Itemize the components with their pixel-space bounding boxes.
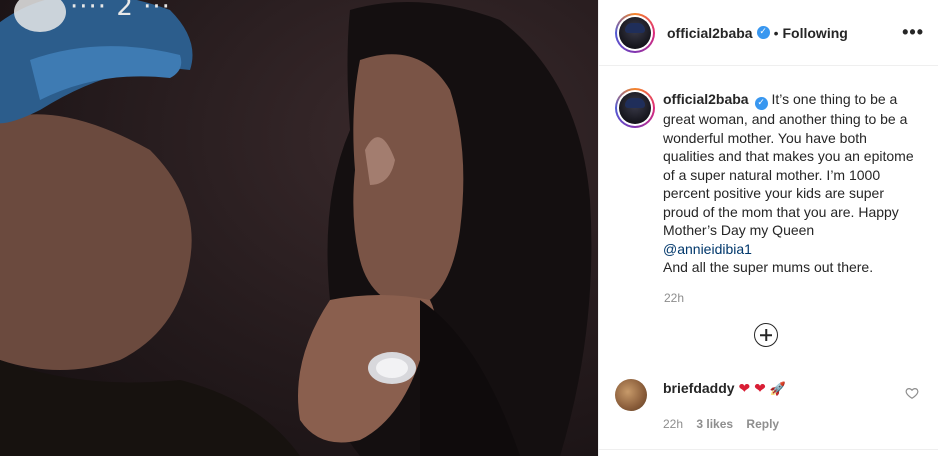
photo-illustration bbox=[0, 0, 592, 456]
commenter-avatar[interactable] bbox=[615, 379, 647, 411]
post-side-panel: official2baba ✓ • Following ••• official… bbox=[598, 0, 938, 456]
caption-tail: And all the super mums out there. bbox=[663, 259, 874, 275]
more-options-icon[interactable]: ••• bbox=[902, 22, 924, 43]
photo-text-fragment: ···· 2 ··· bbox=[70, 0, 171, 22]
load-more-comments-plus-circle-icon[interactable] bbox=[754, 323, 778, 347]
heart-emoji-icon: ❤ ❤ bbox=[738, 380, 766, 396]
post-header: official2baba ✓ • Following ••• bbox=[599, 0, 938, 66]
comment-like-heart-icon[interactable] bbox=[905, 386, 919, 400]
caption-body: It’s one thing to be a great woman, and … bbox=[663, 91, 914, 238]
caption-username[interactable]: official2baba bbox=[663, 91, 749, 107]
header-username[interactable]: official2baba bbox=[667, 25, 753, 41]
comment-likes[interactable]: 3 likes bbox=[696, 417, 733, 431]
avatar-image bbox=[619, 16, 651, 49]
comment-meta: 22h 3 likes Reply bbox=[663, 417, 925, 431]
caption-timestamp[interactable]: 22h bbox=[599, 291, 938, 305]
author-avatar[interactable] bbox=[615, 12, 655, 53]
caption-verified-badge-icon: ✓ bbox=[754, 97, 768, 110]
mention-link[interactable]: @annieidibia1 bbox=[663, 241, 752, 257]
comment-time[interactable]: 22h bbox=[663, 417, 683, 431]
comment-line: briefdaddy ❤ ❤ 🚀 bbox=[663, 378, 925, 399]
following-button[interactable]: Following bbox=[783, 25, 848, 41]
caption-text: official2baba ✓ It’s one thing to be a gr… bbox=[663, 90, 919, 277]
caption-author-avatar[interactable] bbox=[615, 88, 655, 128]
post-photo[interactable]: ···· 2 ··· bbox=[0, 0, 598, 456]
comment-reply-button[interactable]: Reply bbox=[746, 417, 779, 431]
divider bbox=[599, 449, 938, 450]
rocket-emoji-icon: 🚀 bbox=[769, 381, 786, 396]
header-user-info: official2baba ✓ • Following bbox=[667, 25, 848, 41]
separator-dot: • bbox=[773, 24, 779, 41]
commenter-username[interactable]: briefdaddy bbox=[663, 380, 735, 396]
caption-avatar-image bbox=[619, 92, 651, 124]
comment-body: briefdaddy ❤ ❤ 🚀 22h 3 likes Reply bbox=[663, 378, 925, 431]
caption-block: official2baba ✓ It’s one thing to be a gr… bbox=[599, 66, 938, 277]
comment-item: briefdaddy ❤ ❤ 🚀 22h 3 likes Reply bbox=[615, 378, 925, 431]
verified-badge-icon: ✓ bbox=[756, 26, 770, 39]
